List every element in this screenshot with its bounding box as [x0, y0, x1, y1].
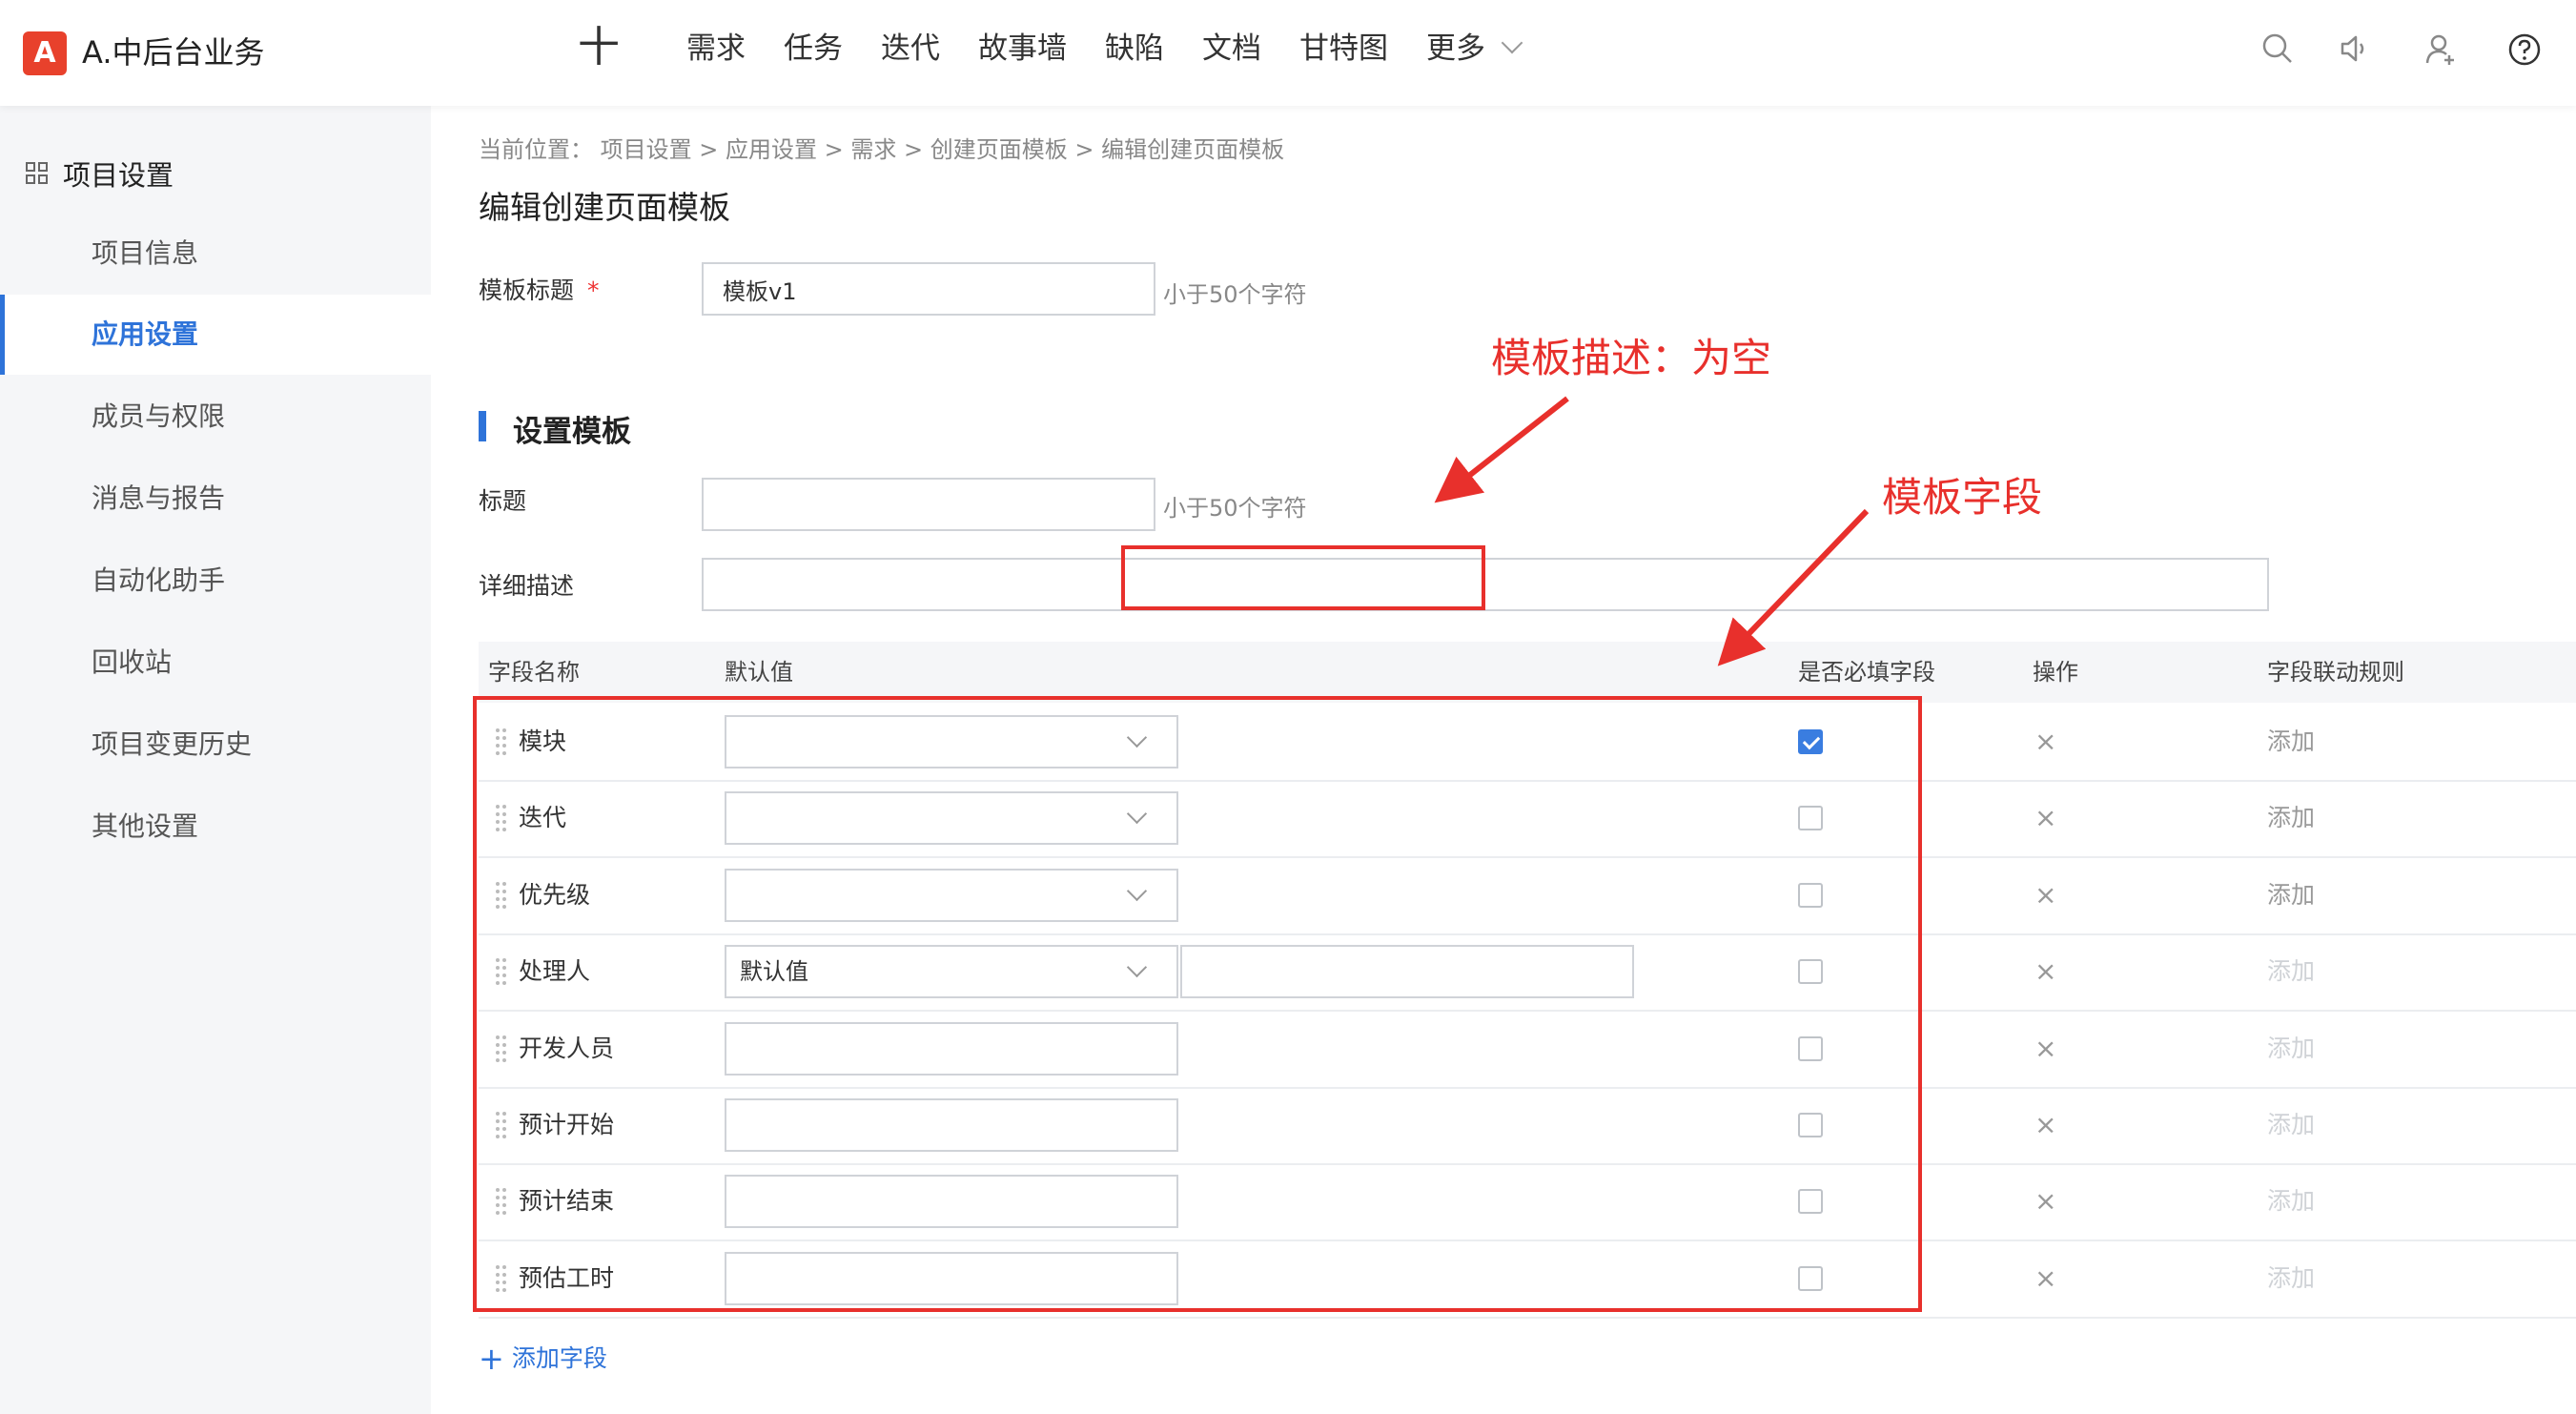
annotation-arrows — [1434, 396, 1870, 666]
arrow-desc — [1434, 396, 1569, 503]
arrow-fields — [1717, 508, 1870, 666]
